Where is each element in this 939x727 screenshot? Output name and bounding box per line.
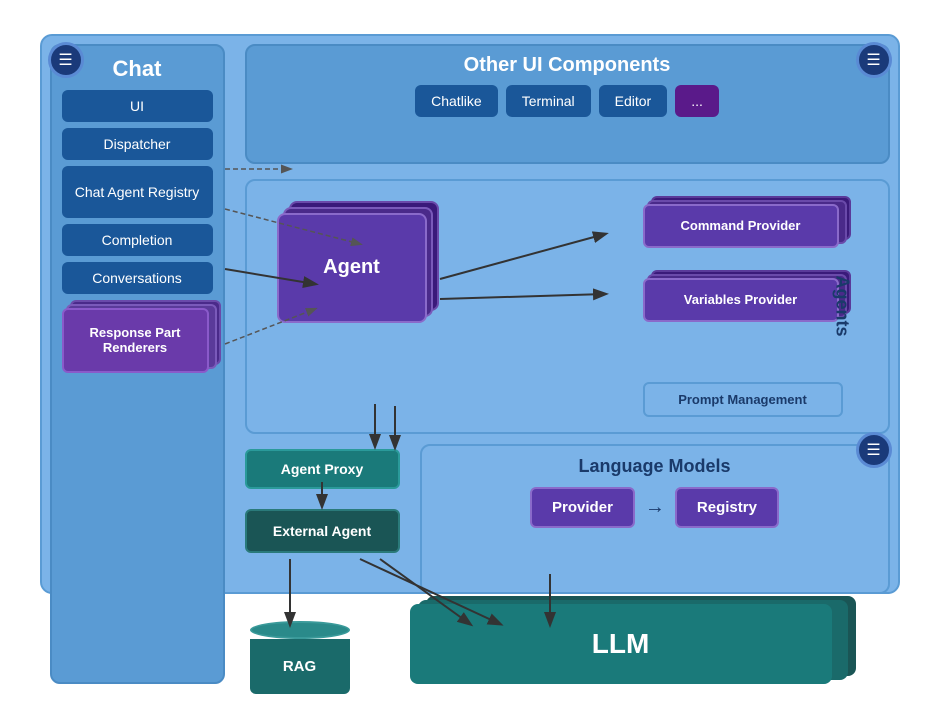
provider-box: Provider <box>530 487 635 528</box>
chat-title: Chat <box>62 56 213 82</box>
command-provider-box: Command Provider <box>643 204 839 248</box>
more-btn: ... <box>675 85 719 117</box>
providers-area: Command Provider Variables Provider <box>643 196 843 338</box>
icon-circle-top-left: ☰ <box>48 42 84 78</box>
response-renderers-stacked: Response Part Renderers <box>62 300 213 370</box>
chat-ui-box: UI <box>62 90 213 122</box>
lang-models-panel: Language Models Provider → Registry <box>420 444 890 594</box>
chat-registry-box: Chat Agent Registry <box>62 166 213 218</box>
other-ui-panel: Other UI Components Chatlike Terminal Ed… <box>245 44 890 164</box>
response-renderers-box: Response Part Renderers <box>62 308 209 373</box>
list-icon-3: ☰ <box>866 440 880 460</box>
icon-circle-top-right: ☰ <box>856 42 892 78</box>
chat-dispatcher-box: Dispatcher <box>62 128 213 160</box>
llm-stacked: LLM <box>410 604 840 694</box>
terminal-btn: Terminal <box>506 85 591 117</box>
llm-container: LLM <box>410 604 840 694</box>
other-ui-title: Other UI Components <box>259 54 876 77</box>
rag-label: RAG <box>250 639 350 694</box>
agent-stacked: Agent <box>277 201 427 321</box>
rag-cylinder: RAG <box>250 621 350 694</box>
external-agent-box: External Agent <box>245 509 400 553</box>
lang-models-row: Provider → Registry <box>432 487 878 528</box>
arrow-right-icon: → <box>645 496 665 519</box>
registry-box: Registry <box>675 487 779 528</box>
command-provider-stacked: Command Provider <box>643 196 843 256</box>
agent-box: Agent <box>277 213 427 323</box>
agents-side-label: Agents <box>831 266 852 346</box>
llm-box: LLM <box>410 604 832 684</box>
variables-provider-stacked: Variables Provider <box>643 270 843 330</box>
agent-proxy-box: Agent Proxy <box>245 449 400 489</box>
variables-provider-box: Variables Provider <box>643 278 839 322</box>
chatlike-btn: Chatlike <box>415 85 498 117</box>
chat-completion-box: Completion <box>62 224 213 256</box>
prompt-mgmt-box: Prompt Management <box>643 382 843 417</box>
icon-circle-mid-right: ☰ <box>856 432 892 468</box>
list-icon: ☰ <box>58 50 72 70</box>
chat-conversations-box: Conversations <box>62 262 213 294</box>
chat-panel: Chat UI Dispatcher Chat Agent Registry C… <box>50 44 225 684</box>
cylinder-top <box>250 621 350 639</box>
lang-models-title: Language Models <box>432 456 878 477</box>
list-icon-2: ☰ <box>866 50 880 70</box>
editor-btn: Editor <box>599 85 668 117</box>
other-ui-buttons: Chatlike Terminal Editor ... <box>259 85 876 117</box>
agents-panel: Agent Command Provider Variables Provide… <box>245 179 890 434</box>
